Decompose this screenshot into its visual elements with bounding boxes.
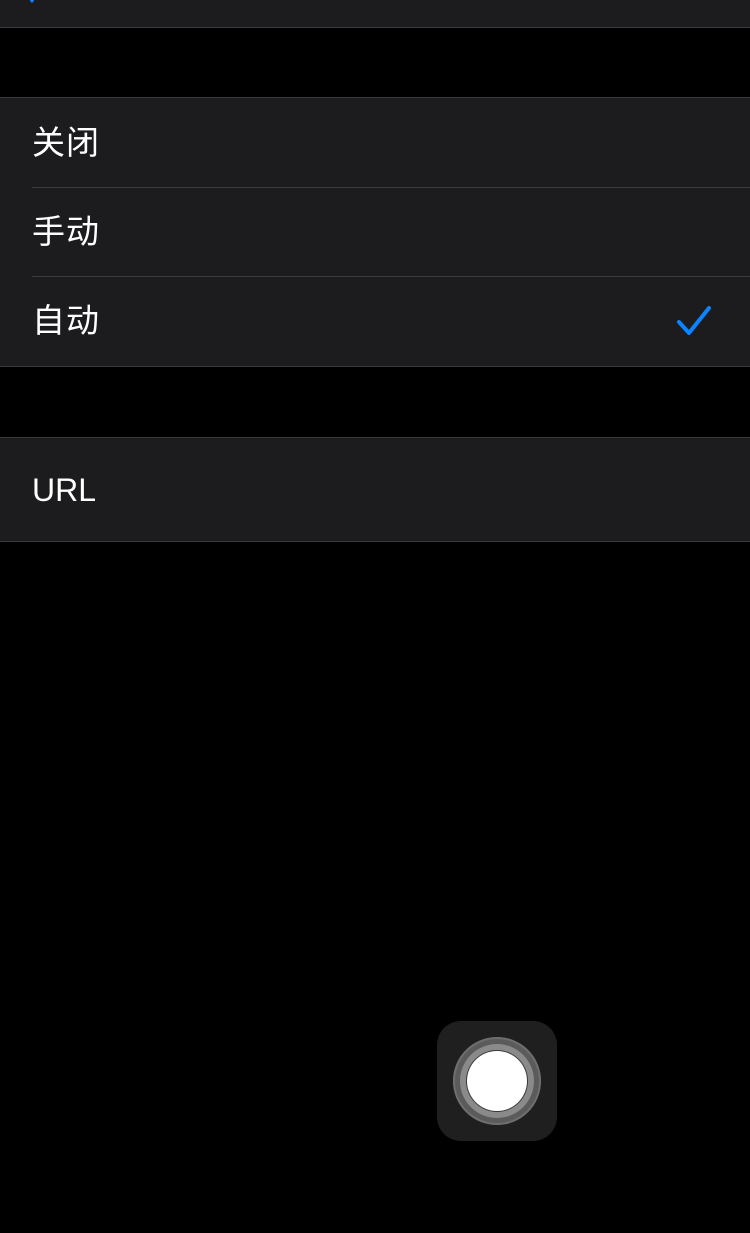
proxy-options-group: 关闭 手动 自动 xyxy=(0,97,750,367)
checkmark-icon xyxy=(677,306,711,335)
assistive-touch-knob xyxy=(467,1051,527,1111)
assistive-touch-icon[interactable] xyxy=(437,1021,557,1141)
option-row-off[interactable]: 关闭 xyxy=(0,98,750,187)
option-label: 关闭 xyxy=(32,122,100,162)
url-group: URL xyxy=(0,437,750,542)
url-field-row[interactable]: URL xyxy=(0,438,750,541)
option-label: 手动 xyxy=(32,211,100,251)
option-label: 自动 xyxy=(32,300,100,340)
previous-list-cell[interactable] xyxy=(0,0,750,28)
checkmark-icon xyxy=(29,0,35,3)
option-row-manual[interactable]: 手动 xyxy=(0,187,750,276)
assistive-touch-ring-inner xyxy=(460,1044,534,1118)
url-label: URL xyxy=(32,471,97,508)
option-row-auto[interactable]: 自动 xyxy=(0,276,750,365)
assistive-touch-ring xyxy=(453,1037,541,1125)
